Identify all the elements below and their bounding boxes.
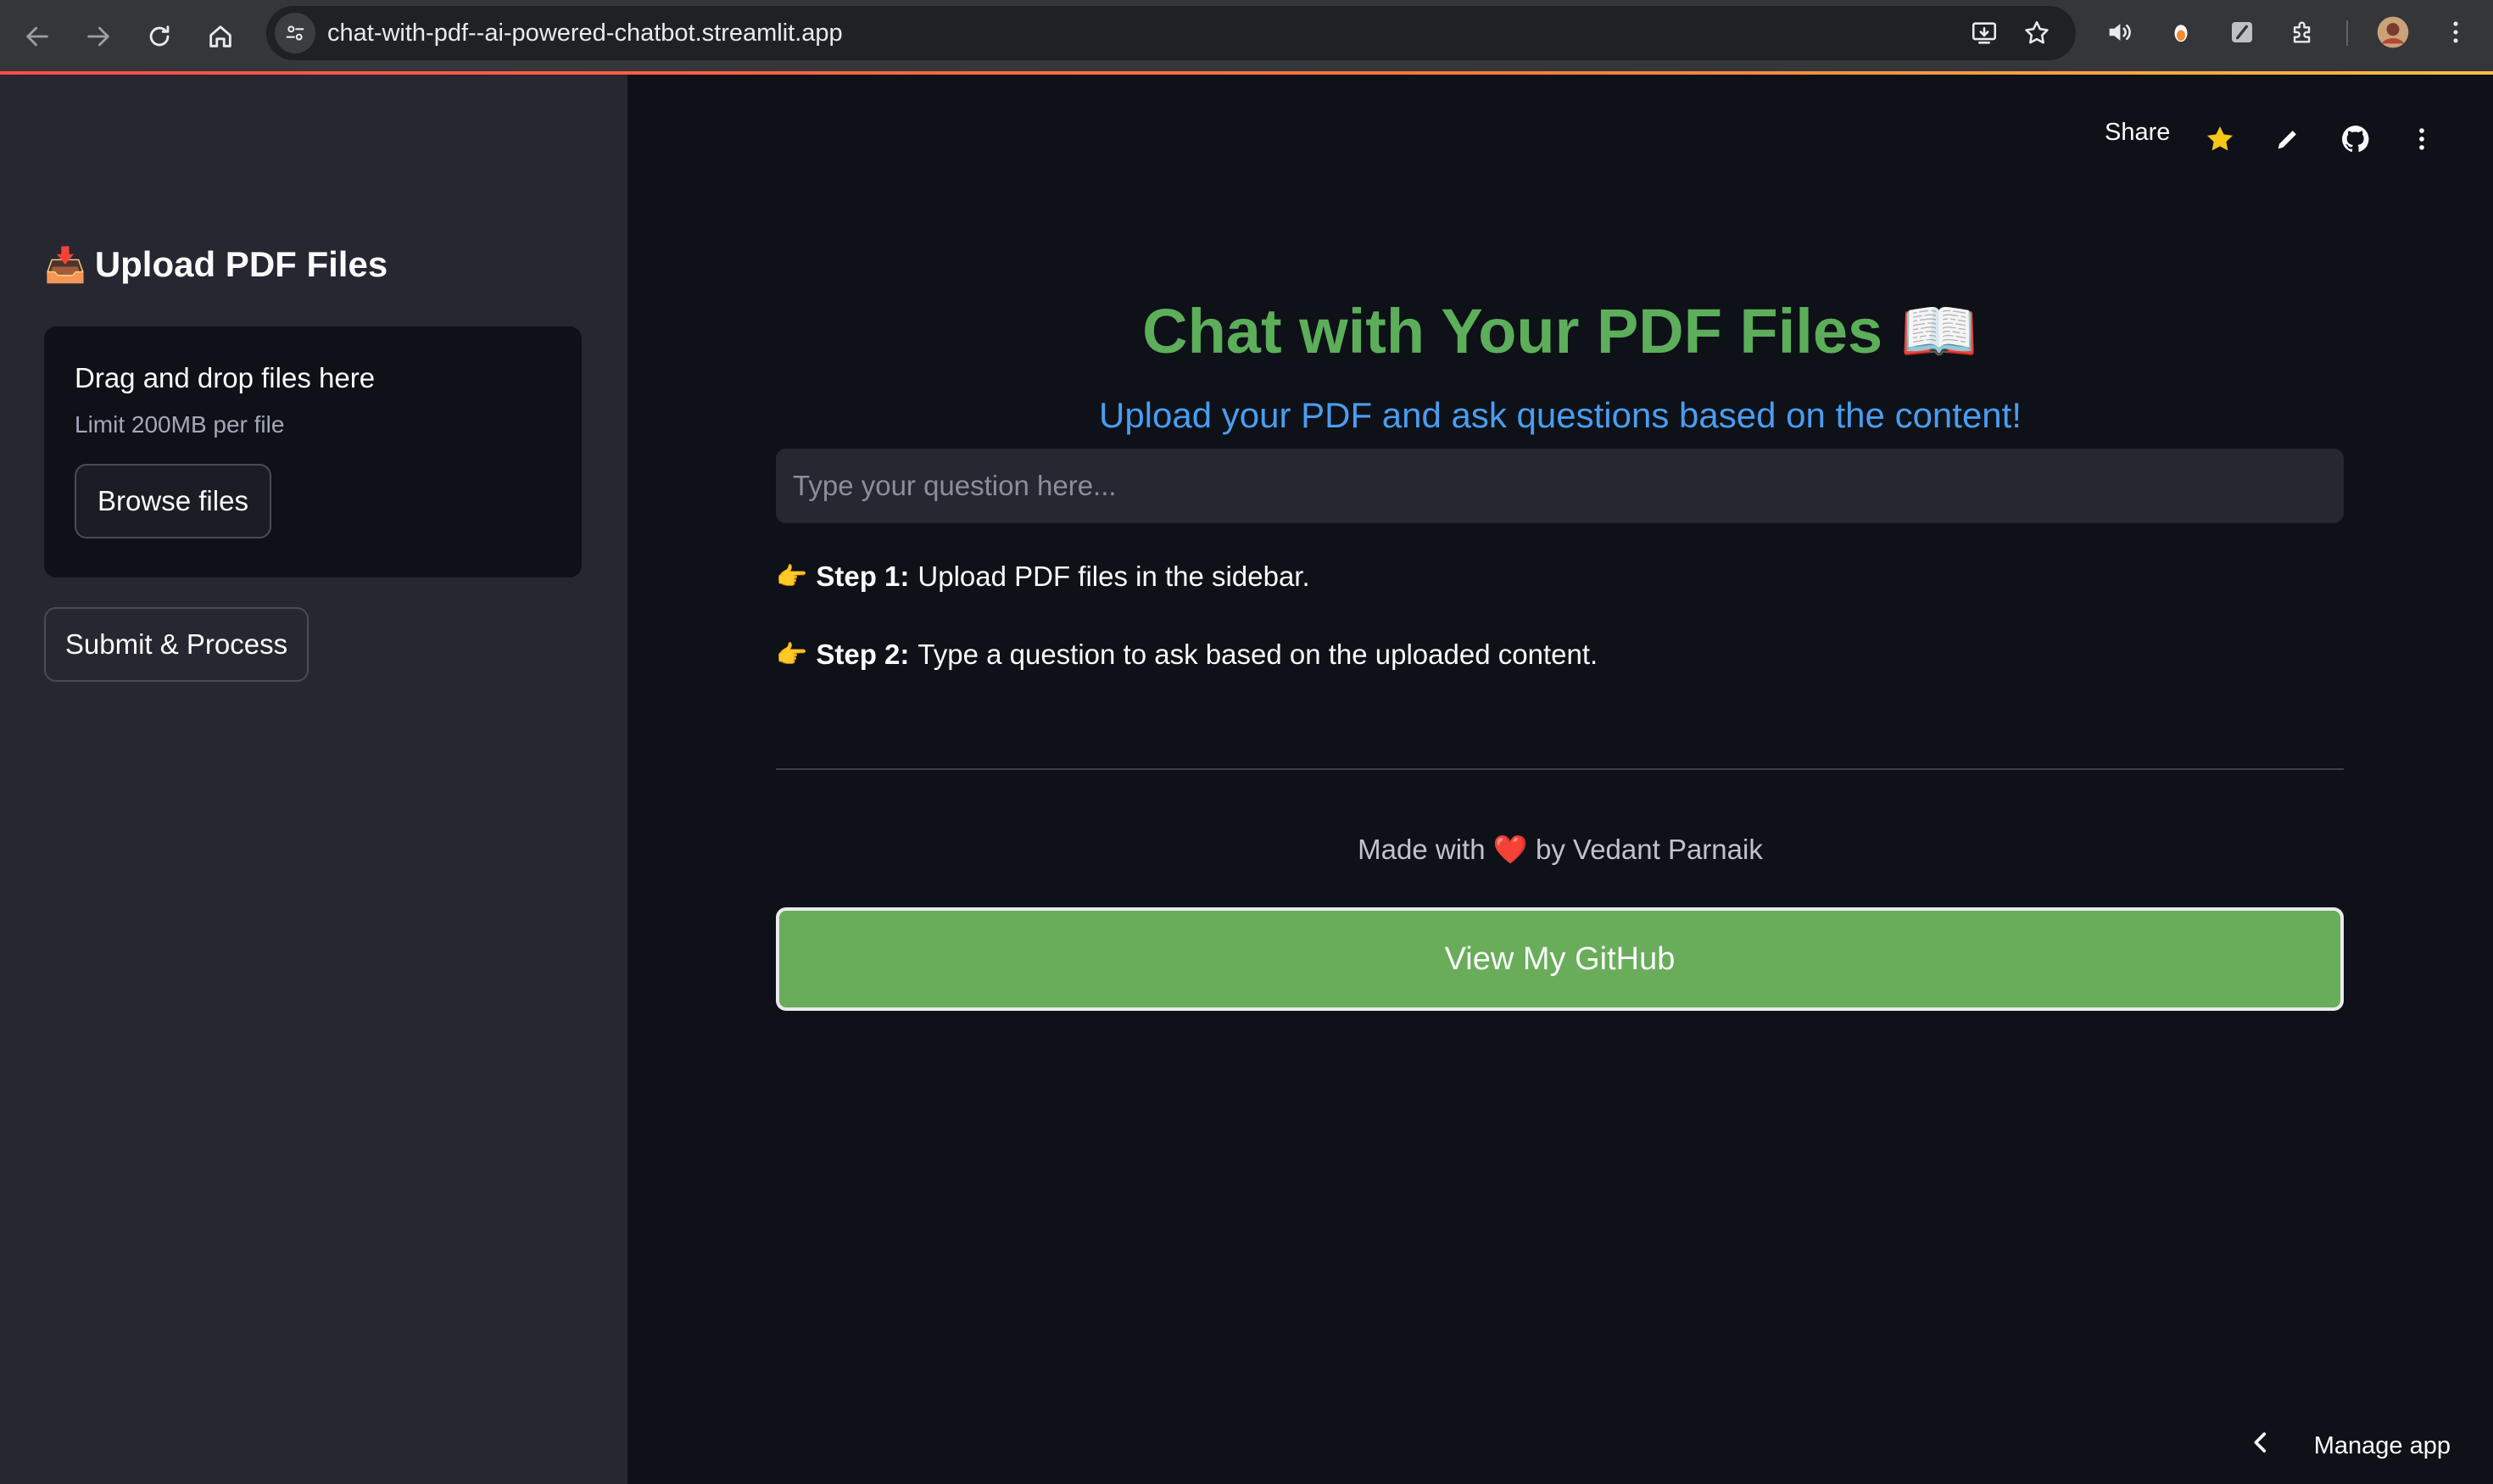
- footer-credit: Made with ❤️ by Vedant Parnaik: [627, 834, 2493, 867]
- horizontal-divider: [776, 768, 2344, 770]
- question-input[interactable]: [776, 449, 2344, 523]
- site-info-icon[interactable]: [275, 13, 315, 53]
- more-options-icon[interactable]: [2401, 119, 2442, 159]
- sidebar-title: 📥 Upload PDF Files: [44, 244, 388, 285]
- reload-icon[interactable]: [134, 11, 185, 62]
- star-icon[interactable]: [2200, 119, 2240, 159]
- sidebar: 📥 Upload PDF Files Drag and drop files h…: [0, 75, 627, 1484]
- dropzone-instructions: Drag and drop files here: [75, 362, 376, 393]
- speaker-icon[interactable]: [2100, 14, 2138, 51]
- extensions-puzzle-icon[interactable]: [2284, 14, 2322, 51]
- inbox-tray-icon: 📥: [44, 246, 86, 284]
- submit-process-button[interactable]: Submit & Process: [44, 607, 309, 682]
- page-title-text: Chat with Your PDF Files: [1142, 296, 1883, 366]
- url-text[interactable]: chat-with-pdf--ai-powered-chatbot.stream…: [327, 6, 843, 60]
- heart-icon: ❤️: [1492, 834, 1528, 865]
- pointing-hand-icon: 👉: [776, 640, 808, 669]
- footer-prefix: Made with: [1358, 834, 1486, 865]
- github-icon[interactable]: [2335, 119, 2376, 159]
- view-github-button[interactable]: View My GitHub: [776, 907, 2344, 1011]
- footer-author: by Vedant Parnaik: [1535, 834, 1763, 865]
- edit-pencil-icon[interactable]: [2267, 119, 2308, 159]
- forward-arrow-icon[interactable]: [73, 11, 124, 62]
- browse-files-button[interactable]: Browse files: [75, 464, 271, 538]
- file-dropzone[interactable]: Drag and drop files here Limit 200MB per…: [44, 326, 582, 577]
- manage-app-button[interactable]: Manage app: [2246, 1428, 2451, 1464]
- chevron-left-icon: [2246, 1428, 2275, 1464]
- install-app-icon[interactable]: [1966, 14, 2003, 52]
- address-bar[interactable]: chat-with-pdf--ai-powered-chatbot.stream…: [266, 6, 2076, 60]
- main-content: Share Chat with Your PDF Files 📖 Upload …: [627, 75, 2493, 1484]
- step-1: 👉 Step 1: Upload PDF files in the sideba…: [776, 561, 1310, 593]
- step-2: 👉 Step 2: Type a question to ask based o…: [776, 639, 1598, 671]
- back-arrow-icon[interactable]: [12, 11, 63, 62]
- browser-menu-icon[interactable]: [2437, 14, 2474, 51]
- page-subtitle: Upload your PDF and ask questions based …: [1098, 395, 2022, 435]
- step-2-label: Step 2:: [816, 639, 910, 670]
- share-button[interactable]: Share: [2105, 119, 2170, 147]
- profile-avatar[interactable]: [2374, 14, 2412, 51]
- toolbar-divider: [2346, 20, 2348, 46]
- step-1-label: Step 1:: [816, 561, 910, 592]
- bookmark-star-icon[interactable]: [2018, 14, 2055, 52]
- sidebar-title-text: Upload PDF Files: [94, 244, 388, 284]
- page-title: Chat with Your PDF Files 📖: [627, 295, 2493, 369]
- extension-slash-icon[interactable]: [2223, 14, 2261, 51]
- home-icon[interactable]: [195, 11, 246, 62]
- browser-chrome: chat-with-pdf--ai-powered-chatbot.stream…: [0, 0, 2493, 75]
- extension-orange-icon[interactable]: [2162, 14, 2200, 51]
- dropzone-limit: Limit 200MB per file: [75, 411, 285, 438]
- manage-app-label: Manage app: [2313, 1431, 2451, 1459]
- step-2-text: Type a question to ask based on the uplo…: [917, 639, 1598, 670]
- step-1-text: Upload PDF files in the sidebar.: [917, 561, 1310, 592]
- open-book-icon: 📖: [1899, 296, 1978, 366]
- pointing-hand-icon: 👉: [776, 562, 808, 591]
